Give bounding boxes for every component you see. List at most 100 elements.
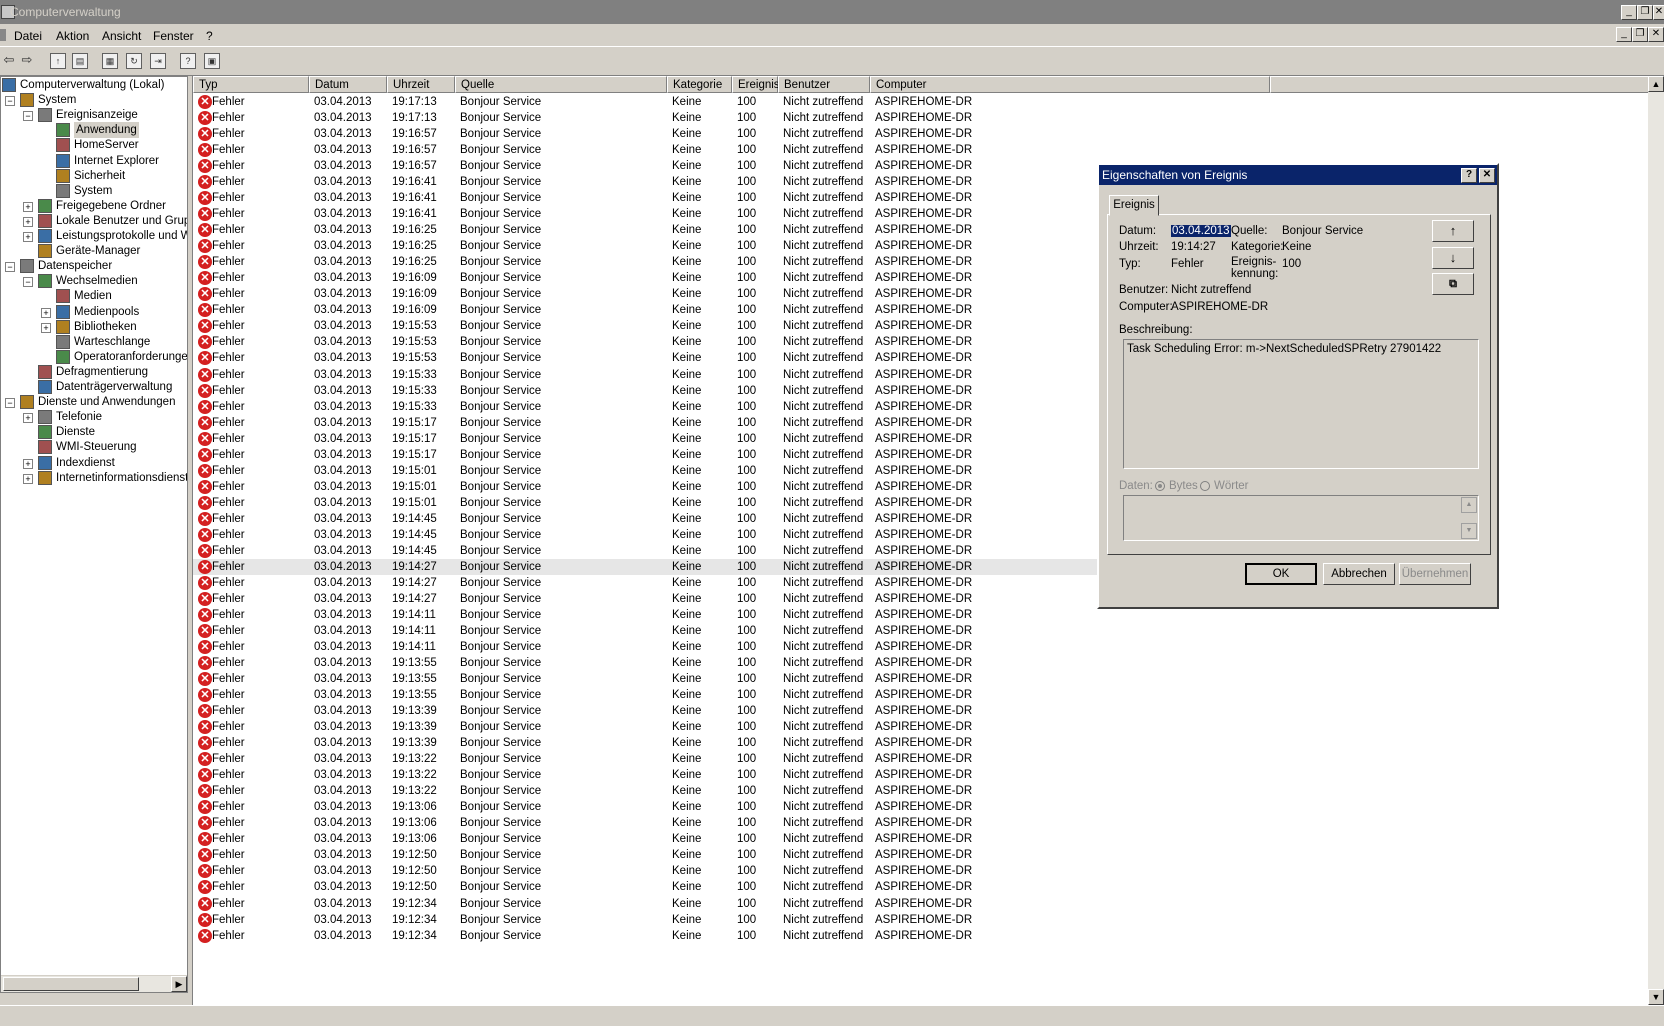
- tree-expander-icon[interactable]: +: [23, 232, 33, 242]
- data-scroll-down-icon[interactable]: ▼: [1461, 523, 1477, 539]
- tree-expander-icon[interactable]: +: [23, 458, 33, 469]
- kategorie-value[interactable]: Keine: [1282, 241, 1311, 253]
- tree-expander-icon[interactable]: −: [23, 277, 33, 288]
- scroll-up-icon[interactable]: ▲: [1648, 76, 1664, 92]
- tree-expander-icon[interactable]: −: [5, 398, 15, 409]
- next-event-button[interactable]: ↓: [1432, 247, 1474, 269]
- table-row[interactable]: ✕ Fehler 03.04.2013 19:14:11 Bonjour Service…: [193, 623, 1293, 639]
- bytes-radio[interactable]: [1155, 481, 1165, 491]
- table-row[interactable]: ✕ Fehler 03.04.2013 19:12:50 Bonjour Service…: [193, 847, 1293, 863]
- refresh-icon[interactable]: ↻: [126, 53, 142, 69]
- tree-expander-icon[interactable]: −: [5, 262, 15, 273]
- tree-expander-icon[interactable]: +: [23, 413, 33, 424]
- up-folder-icon[interactable]: ↑: [50, 53, 66, 69]
- table-row[interactable]: ✕ Fehler 03.04.2013 19:12:50 Bonjour Service…: [193, 879, 1293, 895]
- data-textbox[interactable]: ▲ ▼: [1123, 495, 1479, 541]
- scroll-right-icon[interactable]: ▶: [171, 976, 187, 992]
- tab-ereignis[interactable]: Ereignis: [1109, 195, 1159, 216]
- dialog-help-button[interactable]: ?: [1461, 168, 1477, 183]
- table-row[interactable]: ✕ Fehler 03.04.2013 19:17:13 Bonjour Service…: [193, 94, 1293, 110]
- quelle-value[interactable]: Bonjour Service: [1282, 225, 1363, 237]
- menu-datei[interactable]: Datei: [14, 29, 42, 43]
- child-close-button[interactable]: ✕: [1648, 27, 1664, 42]
- help-icon[interactable]: ?: [180, 53, 196, 69]
- child-restore-button[interactable]: ❐: [1632, 27, 1648, 42]
- table-row[interactable]: ✕ Fehler 03.04.2013 19:13:22 Bonjour Service…: [193, 767, 1293, 783]
- column-header[interactable]: Kategorie: [667, 76, 732, 93]
- properties-icon[interactable]: ▦: [102, 53, 118, 69]
- column-header[interactable]: Uhrzeit: [387, 76, 455, 93]
- table-row[interactable]: ✕ Fehler 03.04.2013 19:13:39 Bonjour Service…: [193, 735, 1293, 751]
- data-scroll-up-icon[interactable]: ▲: [1461, 497, 1477, 513]
- table-cell: Fehler: [212, 112, 245, 125]
- restore-button[interactable]: ❐: [1637, 5, 1653, 20]
- table-row[interactable]: ✕ Fehler 03.04.2013 19:17:13 Bonjour Service…: [193, 110, 1293, 126]
- table-row[interactable]: ✕ Fehler 03.04.2013 19:13:55 Bonjour Service…: [193, 687, 1293, 703]
- datum-value[interactable]: 03.04.2013: [1171, 225, 1231, 237]
- column-header[interactable]: Ereignis: [732, 76, 780, 93]
- vertical-scrollbar[interactable]: ▲ ▼: [1648, 76, 1664, 1005]
- scroll-thumb[interactable]: [3, 977, 139, 991]
- description-textbox[interactable]: Task Scheduling Error: m->NextScheduledS…: [1123, 339, 1479, 469]
- column-header[interactable]: Quelle: [455, 76, 667, 93]
- dialog-close-button[interactable]: ✕: [1479, 168, 1495, 183]
- status-bar: [0, 1005, 1664, 1026]
- table-row[interactable]: ✕ Fehler 03.04.2013 19:13:06 Bonjour Service…: [193, 815, 1293, 831]
- tree-horizontal-scrollbar[interactable]: ▶: [1, 975, 187, 992]
- view-icon[interactable]: ▣: [204, 53, 220, 69]
- table-cell: Keine: [672, 673, 702, 686]
- table-row[interactable]: ✕ Fehler 03.04.2013 19:13:55 Bonjour Service…: [193, 655, 1293, 671]
- tree-expander-icon[interactable]: +: [23, 216, 33, 227]
- table-row[interactable]: ✕ Fehler 03.04.2013 19:12:34 Bonjour Service…: [193, 896, 1293, 912]
- typ-value[interactable]: Fehler: [1171, 258, 1204, 270]
- table-row[interactable]: ✕ Fehler 03.04.2013 19:16:57 Bonjour Service…: [193, 126, 1293, 142]
- menu-ansicht[interactable]: Ansicht: [102, 29, 141, 43]
- close-button[interactable]: ✕: [1653, 5, 1664, 20]
- copy-button[interactable]: ⧉: [1432, 273, 1474, 295]
- apply-button[interactable]: Übernehmen: [1399, 563, 1471, 585]
- forward-arrow-icon[interactable]: ⇨: [18, 51, 36, 69]
- tree-expander-icon[interactable]: +: [23, 201, 33, 212]
- minimize-button[interactable]: _: [1621, 5, 1637, 20]
- table-row[interactable]: ✕ Fehler 03.04.2013 19:14:11 Bonjour Service…: [193, 639, 1293, 655]
- previous-event-button[interactable]: ↑: [1432, 220, 1474, 242]
- ok-button[interactable]: OK: [1245, 563, 1317, 585]
- benutzer-value[interactable]: Nicht zutreffend: [1171, 284, 1251, 296]
- menu-help[interactable]: ?: [206, 29, 213, 43]
- cancel-button[interactable]: Abbrechen: [1323, 563, 1395, 585]
- table-row[interactable]: ✕ Fehler 03.04.2013 19:16:57 Bonjour Service…: [193, 142, 1293, 158]
- table-row[interactable]: ✕ Fehler 03.04.2013 19:13:55 Bonjour Service…: [193, 671, 1293, 687]
- tree-expander-icon[interactable]: −: [5, 96, 15, 107]
- column-header[interactable]: Computer: [870, 76, 1270, 93]
- menu-fenster[interactable]: Fenster: [153, 29, 194, 43]
- kennung-value[interactable]: 100: [1282, 258, 1301, 270]
- table-row[interactable]: ✕ Fehler 03.04.2013 19:13:39 Bonjour Service…: [193, 703, 1293, 719]
- computer-value[interactable]: ASPIREHOME-DR: [1171, 301, 1268, 313]
- table-cell: ASPIREHOME-DR: [875, 336, 973, 349]
- table-row[interactable]: ✕ Fehler 03.04.2013 19:13:06 Bonjour Service…: [193, 799, 1293, 815]
- child-minimize-button[interactable]: _: [1616, 27, 1632, 42]
- scroll-down-icon[interactable]: ▼: [1648, 989, 1664, 1005]
- tree-expander-icon[interactable]: +: [41, 322, 51, 333]
- tree-expander-icon[interactable]: −: [23, 111, 33, 122]
- tree-expander-icon[interactable]: +: [23, 473, 33, 484]
- uhrzeit-value[interactable]: 19:14:27: [1171, 241, 1216, 253]
- column-header[interactable]: Datum: [309, 76, 387, 93]
- table-row[interactable]: ✕ Fehler 03.04.2013 19:12:34 Bonjour Service…: [193, 912, 1293, 928]
- back-arrow-icon[interactable]: ⇦: [0, 51, 18, 69]
- export-list-icon[interactable]: ⇥: [150, 53, 166, 69]
- table-row[interactable]: ✕ Fehler 03.04.2013 19:13:39 Bonjour Service…: [193, 719, 1293, 735]
- woerter-radio[interactable]: [1200, 481, 1210, 491]
- table-row[interactable]: ✕ Fehler 03.04.2013 19:13:06 Bonjour Service…: [193, 831, 1293, 847]
- column-header[interactable]: Typ: [193, 76, 309, 93]
- column-header[interactable]: Benutzer: [778, 76, 870, 93]
- show-tree-icon[interactable]: ▤: [72, 53, 88, 69]
- table-row[interactable]: ✕ Fehler 03.04.2013 19:13:22 Bonjour Service…: [193, 751, 1293, 767]
- table-row[interactable]: ✕ Fehler 03.04.2013 19:12:50 Bonjour Service…: [193, 863, 1293, 879]
- tree-expander-icon[interactable]: +: [41, 307, 51, 318]
- tree-item-label: Internet Explorer: [74, 154, 160, 167]
- menu-aktion[interactable]: Aktion: [56, 29, 89, 43]
- table-row[interactable]: ✕ Fehler 03.04.2013 19:12:34 Bonjour Service…: [193, 928, 1293, 944]
- table-row[interactable]: ✕ Fehler 03.04.2013 19:13:22 Bonjour Service…: [193, 783, 1293, 799]
- table-row[interactable]: ✕ Fehler 03.04.2013 19:14:11 Bonjour Service…: [193, 607, 1293, 623]
